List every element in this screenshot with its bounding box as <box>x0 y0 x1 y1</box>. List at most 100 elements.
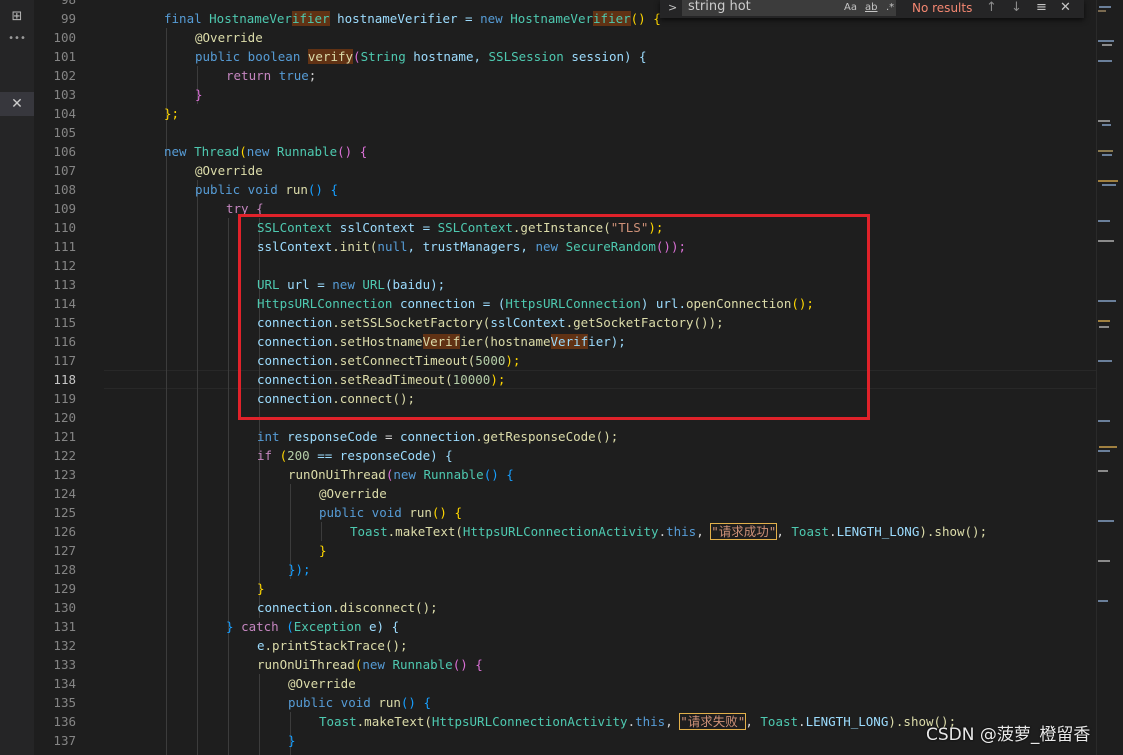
line-number: 136 <box>53 714 76 729</box>
line-number: 134 <box>53 676 76 691</box>
code-line-136: Toast.makeText(HttpsURLConnectionActivit… <box>319 713 957 730</box>
minimap-stroke <box>1098 600 1108 602</box>
line-number: 119 <box>53 391 76 406</box>
minimap-stroke <box>1098 150 1113 152</box>
minimap-stroke <box>1102 44 1112 46</box>
line-number: 105 <box>53 125 76 140</box>
code-line-130: connection.disconnect(); <box>257 600 438 615</box>
indent-guide <box>321 522 322 541</box>
minimap-stroke <box>1098 240 1114 242</box>
close-icon[interactable]: ✕ <box>0 92 34 116</box>
line-number: 108 <box>53 182 76 197</box>
line-number: 107 <box>53 163 76 178</box>
minimap-stroke <box>1102 124 1111 126</box>
line-number: 113 <box>53 277 76 292</box>
code-line-99: final HostnameVerifier hostnameVerifier … <box>164 11 661 26</box>
indent-guide <box>166 28 167 755</box>
line-number: 129 <box>53 581 76 596</box>
line-number: 98 <box>61 0 76 9</box>
find-input[interactable]: string hot <box>682 0 896 16</box>
minimap-stroke <box>1098 560 1110 562</box>
line-number: 106 <box>53 144 76 159</box>
line-number: 132 <box>53 638 76 653</box>
more-icon[interactable]: ••• <box>6 28 28 50</box>
code-line-108: public void run() { <box>195 182 338 197</box>
code-line-134: @Override <box>288 676 356 691</box>
indent-guide <box>228 218 229 755</box>
minimap-stroke <box>1098 360 1112 362</box>
line-number: 118 <box>53 372 76 387</box>
line-number: 116 <box>53 334 76 349</box>
code-line-135: public void run() { <box>288 695 431 710</box>
chevron-right-icon[interactable]: > <box>668 0 677 16</box>
line-number: 102 <box>53 68 76 83</box>
minimap-stroke <box>1102 184 1116 186</box>
minimap-stroke <box>1099 6 1111 8</box>
minimap-stroke <box>1098 470 1108 472</box>
code-line-131: } catch (Exception e) { <box>226 619 400 634</box>
line-number: 100 <box>53 30 76 45</box>
minimap-stroke <box>1099 446 1117 448</box>
line-number: 122 <box>53 448 76 463</box>
activity-bar: ⊞ ••• ✕ <box>0 0 35 755</box>
indent-guide <box>259 674 260 755</box>
minimap-stroke <box>1098 180 1118 182</box>
close-icon[interactable]: ✕ <box>1060 0 1071 16</box>
minimap-stroke <box>1098 320 1110 322</box>
find-result-count: No results <box>912 1 973 15</box>
line-number: 130 <box>53 600 76 615</box>
line-number: 110 <box>53 220 76 235</box>
whole-word-toggle[interactable]: ab <box>865 0 877 16</box>
find-in-selection-icon[interactable]: ≡ <box>1036 0 1047 16</box>
indent-guide <box>197 180 198 755</box>
line-number: 111 <box>53 239 76 254</box>
minimap-stroke <box>1098 40 1114 42</box>
code-line-125: public void run() { <box>319 505 462 520</box>
arrow-down-icon[interactable]: ↓ <box>1011 0 1022 16</box>
line-number: 104 <box>53 106 76 121</box>
minimap-stroke <box>1098 220 1110 222</box>
code-line-128: }); <box>288 562 311 577</box>
code-line-103: } <box>195 87 203 102</box>
minimap[interactable] <box>1096 0 1123 755</box>
code-line-102: return true; <box>226 68 317 83</box>
minimap-stroke <box>1098 10 1106 12</box>
arrow-up-icon[interactable]: ↑ <box>986 0 997 16</box>
code-line-100: @Override <box>195 30 263 45</box>
line-number: 115 <box>53 315 76 330</box>
code-line-127: } <box>319 543 327 558</box>
line-number: 128 <box>53 562 76 577</box>
line-number: 112 <box>53 258 76 273</box>
code-line-104: }; <box>164 106 180 121</box>
line-number: 114 <box>53 296 76 311</box>
match-case-toggle[interactable]: Aa <box>844 0 857 16</box>
line-number: 131 <box>53 619 76 634</box>
line-number: 127 <box>53 543 76 558</box>
line-number: 109 <box>53 201 76 216</box>
line-number: 117 <box>53 353 76 368</box>
code-line-122: if (200 == responseCode) { <box>257 448 453 463</box>
outline-icon[interactable]: ⊞ <box>6 6 28 28</box>
code-line-124: @Override <box>319 486 387 501</box>
line-number: 135 <box>53 695 76 710</box>
minimap-stroke <box>1098 120 1110 122</box>
code-line-107: @Override <box>195 163 263 178</box>
line-number-gutter: 98 99 100 101 102 103 104 105 106 107 108 109 110 111… <box>34 0 104 755</box>
line-number: 103 <box>53 87 76 102</box>
regex-toggle[interactable]: .* <box>886 0 894 16</box>
code-line-129: } <box>257 581 265 596</box>
line-number: 101 <box>53 49 76 64</box>
code-line-133: runOnUiThread(new Runnable() { <box>257 657 483 672</box>
line-number: 99 <box>60 11 76 26</box>
minimap-stroke <box>1102 154 1112 156</box>
code-line-137: } <box>288 733 296 748</box>
code-line-101: public boolean verify(String hostname, S… <box>195 49 647 64</box>
minimap-stroke <box>1098 420 1110 422</box>
minimap-stroke <box>1098 300 1116 302</box>
line-number: 123 <box>53 467 76 482</box>
line-number: 124 <box>53 486 76 501</box>
code-line-121: int responseCode = connection.getRespons… <box>257 429 619 444</box>
line-number: 137 <box>53 733 76 748</box>
minimap-stroke <box>1099 326 1109 328</box>
csdn-watermark: CSDN @菠萝_橙留香 <box>926 725 1091 745</box>
